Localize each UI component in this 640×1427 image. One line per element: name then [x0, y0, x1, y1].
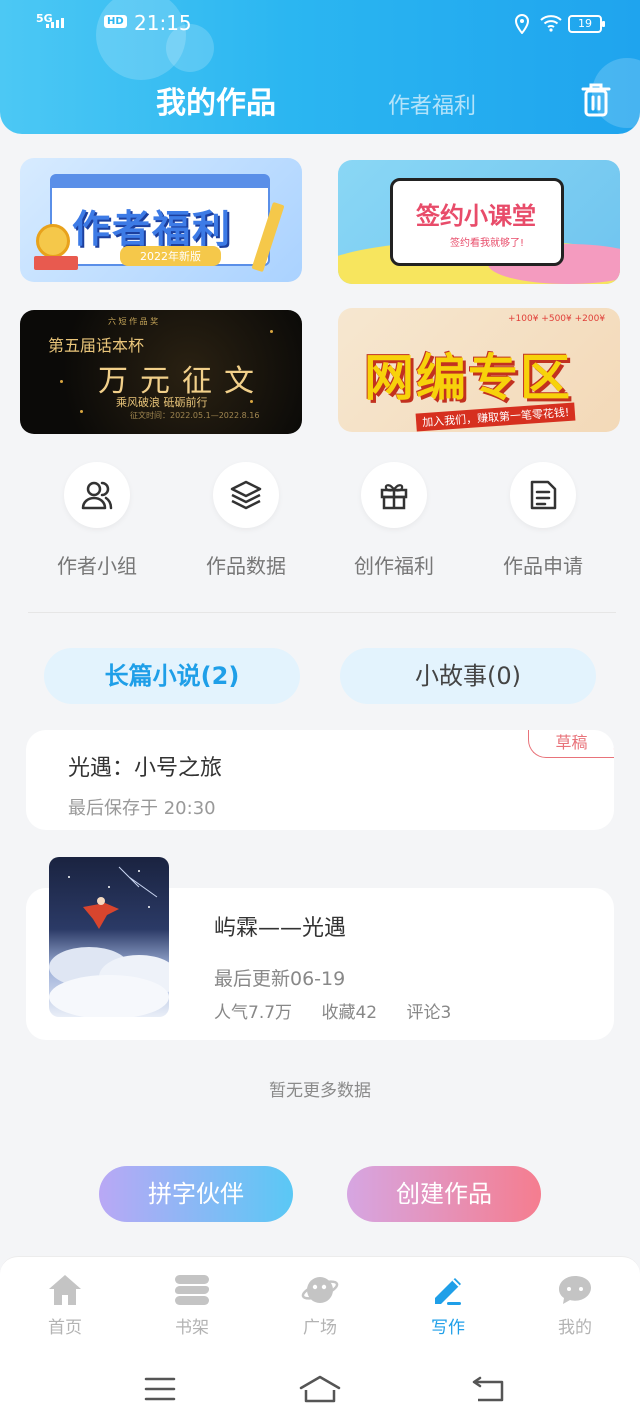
quick-action-label: 创作福利	[354, 554, 434, 578]
nav-label: 我的	[558, 1318, 592, 1338]
home-icon	[49, 1275, 81, 1305]
quick-action-work-application[interactable]: 作品申请	[468, 462, 618, 579]
chat-icon	[559, 1276, 591, 1304]
nav-item-mine[interactable]: 我的	[525, 1271, 625, 1338]
quick-action-creation-welfare[interactable]: 创作福利	[319, 462, 469, 579]
quick-action-label: 作品数据	[206, 554, 286, 578]
clock: 21:15	[134, 11, 192, 35]
bookshelf-icon	[174, 1275, 210, 1305]
quick-action-label: 作者小组	[57, 554, 137, 578]
quick-action-circle	[213, 462, 279, 528]
signal-icon	[46, 18, 64, 28]
location-icon	[514, 14, 530, 34]
system-nav-bar	[0, 1352, 640, 1427]
tab-my-works[interactable]: 我的作品	[156, 78, 276, 122]
work-title: 屿霖——光遇	[214, 916, 347, 941]
banner-top-text: 六 短 作 品 奖	[108, 317, 159, 326]
quick-action-work-data[interactable]: 作品数据	[171, 462, 321, 579]
banner-subtitle: 签约看我就够了!	[450, 238, 525, 249]
banner-signing-class[interactable]: 签约小课堂 签约看我就够了!	[338, 160, 620, 284]
comments-stat: 评论3	[406, 1003, 452, 1023]
quick-action-author-group[interactable]: 作者小组	[22, 462, 172, 579]
document-icon	[530, 480, 557, 510]
gift-icon	[380, 484, 408, 510]
work-title: 光遇：小号之旅	[68, 756, 223, 781]
divider	[28, 612, 616, 613]
back-icon[interactable]	[470, 1376, 506, 1404]
create-work-button[interactable]: 创建作品	[347, 1166, 541, 1222]
nav-label: 书架	[175, 1318, 209, 1338]
tab-long-novel[interactable]: 长篇小说(2)	[44, 648, 300, 704]
wifi-icon	[540, 15, 562, 32]
draft-badge: 草稿	[528, 730, 614, 758]
no-more-data-text: 暂无更多数据	[269, 1081, 371, 1101]
work-update-time: 最后更新06-19	[214, 968, 346, 990]
books-icon	[34, 256, 78, 270]
favorites-stat: 收藏42	[321, 1003, 378, 1023]
banner-subtitle: 2022年新版	[120, 246, 221, 266]
clock-icon	[36, 224, 70, 258]
cover-illustration	[49, 866, 169, 1017]
popularity-stat: 人气7.7万	[214, 1003, 293, 1023]
header: 5G HD 21:15 19 我的作品 作者福利	[0, 0, 640, 134]
nav-label: 首页	[48, 1318, 82, 1338]
banner-subtitle: 乘风破浪 砥砺前行	[116, 396, 208, 409]
banner-title: 作者福利	[72, 207, 233, 251]
quick-action-circle	[361, 462, 427, 528]
quick-action-label: 作品申请	[503, 554, 583, 578]
nav-item-bookshelf[interactable]: 书架	[142, 1271, 242, 1338]
nav-item-square[interactable]: 广场	[270, 1271, 370, 1338]
bottom-nav: 首页 书架 广场 写作 我的	[0, 1256, 640, 1352]
status-bar: 5G HD 21:15 19	[0, 0, 640, 50]
book-cover[interactable]	[49, 857, 169, 1017]
trash-icon[interactable]	[580, 82, 612, 118]
menu-icon[interactable]	[144, 1376, 176, 1402]
work-card-draft[interactable]: 光遇：小号之旅 最后保存于 20:30 草稿	[26, 730, 614, 830]
banner-author-welfare[interactable]: 作者福利 2022年新版	[20, 158, 302, 282]
home-button-icon[interactable]	[298, 1374, 342, 1404]
nav-label: 广场	[303, 1318, 337, 1338]
layers-icon	[230, 480, 262, 510]
banner-editor-zone[interactable]: +100¥ +500¥ +200¥ 网编专区 加入我们，赚取第一笔零花钱!	[338, 308, 620, 432]
quick-action-circle	[510, 462, 576, 528]
banner-title: 签约小课堂	[416, 202, 536, 230]
nav-label: 写作	[431, 1318, 465, 1338]
hd-badge: HD	[104, 15, 127, 28]
banner-event-name: 第五届话本杯	[48, 336, 145, 355]
banner-title: 网编专区	[364, 349, 572, 407]
tab-short-story[interactable]: 小故事(0)	[340, 648, 596, 704]
banner-essay-contest[interactable]: 六 短 作 品 奖 第五届话本杯 万元征文 乘风破浪 砥砺前行 征文时间：202…	[20, 310, 302, 434]
nav-item-write[interactable]: 写作	[398, 1271, 498, 1338]
writing-partner-button[interactable]: 拼字伙伴	[99, 1166, 293, 1222]
pen-icon	[435, 1278, 461, 1305]
banner-money-tags: +100¥ +500¥ +200¥	[508, 314, 606, 324]
tab-author-welfare[interactable]: 作者福利	[388, 88, 476, 120]
banner-dates: 征文时间：2022.05.1—2022.8.16	[130, 411, 260, 420]
users-icon	[81, 481, 113, 510]
planet-icon	[301, 1277, 339, 1303]
work-stats: 人气7.7万 收藏42 评论3	[214, 998, 475, 1023]
work-save-time: 最后保存于 20:30	[68, 798, 216, 819]
battery-icon: 19	[568, 15, 605, 33]
quick-action-circle	[64, 462, 130, 528]
nav-item-home[interactable]: 首页	[15, 1271, 115, 1338]
